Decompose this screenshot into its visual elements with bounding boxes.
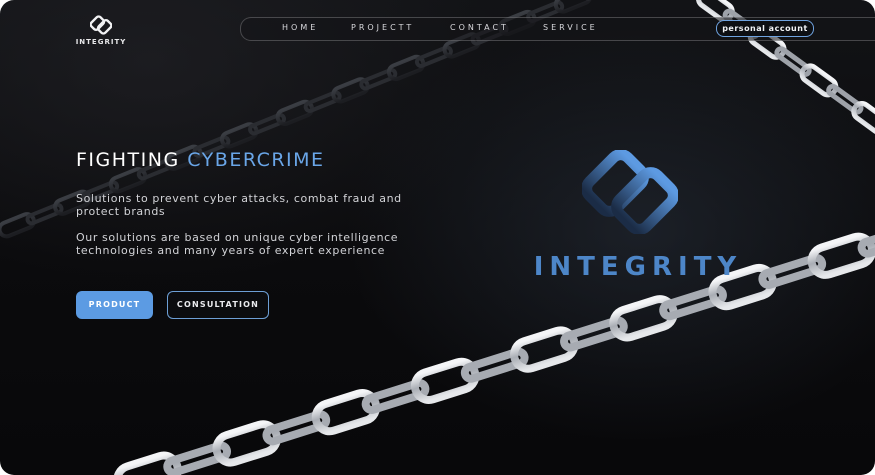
personal-account-button[interactable]: personal account xyxy=(716,20,814,37)
hero-title: FIGHTING CYBERCRIME xyxy=(76,149,325,171)
nav-item-projectt[interactable]: PROJECTT xyxy=(351,23,414,32)
hero-title-main: FIGHTING xyxy=(76,149,180,171)
integrity-wordmark: INTEGRITY xyxy=(533,252,743,282)
hero-paragraph-2: Our solutions are based on unique cyber … xyxy=(76,231,399,257)
consultation-button[interactable]: CONSULTATION xyxy=(167,291,269,319)
integrity-large-logo-icon xyxy=(582,150,678,234)
brand-logo[interactable]: INTEGRITY xyxy=(68,14,134,46)
nav-item-home[interactable]: HOME xyxy=(282,23,318,32)
brand-name: INTEGRITY xyxy=(75,38,127,46)
nav-item-service[interactable]: SERVICE xyxy=(543,23,598,32)
app-window: INTEGRITY HOME PROJECTT CONTACT SERVICE … xyxy=(0,0,875,475)
nav-item-contact[interactable]: CONTACT xyxy=(450,23,509,32)
hero-title-accent: CYBERCRIME xyxy=(187,149,325,171)
hero-paragraph-1: Solutions to prevent cyber attacks, comb… xyxy=(76,192,402,218)
integrity-logo-icon xyxy=(90,15,112,35)
product-button[interactable]: PRODUCT xyxy=(76,291,153,319)
